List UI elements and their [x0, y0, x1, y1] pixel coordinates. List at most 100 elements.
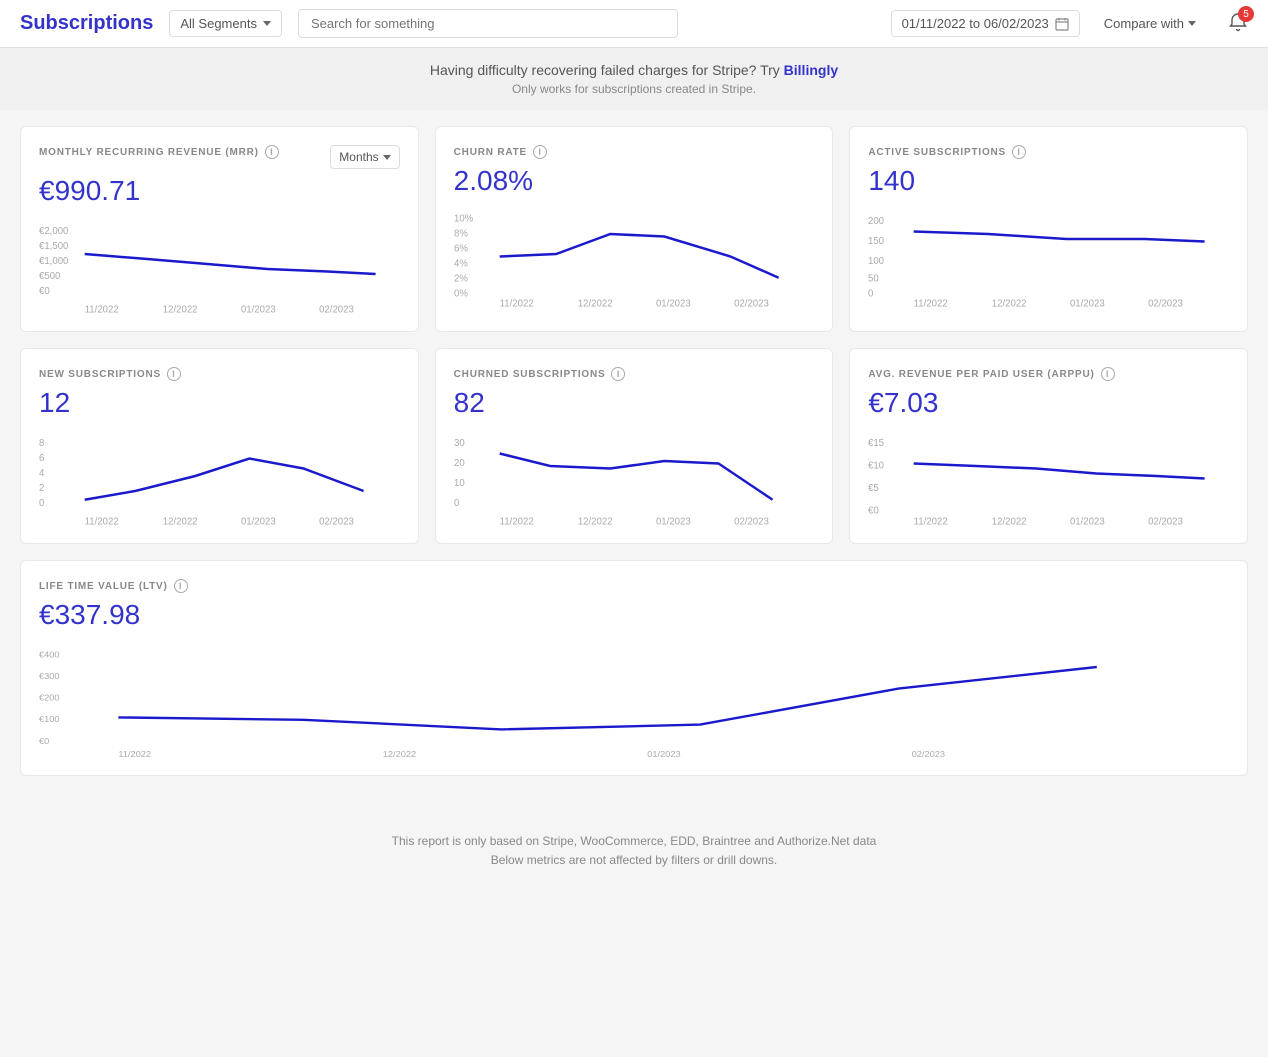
notification-badge: 5 [1238, 6, 1254, 22]
svg-text:12/2022: 12/2022 [163, 517, 198, 528]
svg-text:€2,000: €2,000 [39, 226, 69, 237]
svg-text:12/2022: 12/2022 [163, 305, 198, 316]
compare-with-label: Compare with [1104, 16, 1184, 31]
svg-text:€0: €0 [39, 736, 49, 746]
churned-info-icon[interactable]: i [611, 367, 625, 381]
ltv-info-icon[interactable]: i [174, 579, 188, 593]
date-range-value: 01/11/2022 to 06/02/2023 [902, 16, 1049, 31]
svg-text:20: 20 [454, 458, 465, 469]
churn-info-icon[interactable]: i [533, 145, 547, 159]
svg-text:01/2023: 01/2023 [1070, 517, 1105, 528]
churned-chart: 30 20 10 0 11/2022 12/2022 01/2023 02/20… [454, 431, 815, 531]
svg-text:€1,500: €1,500 [39, 241, 69, 252]
banner-link[interactable]: Billingly [784, 62, 838, 78]
main-content: MONTHLY RECURRING REVENUE (MRR) i Months… [0, 110, 1268, 808]
svg-text:6: 6 [39, 453, 45, 464]
svg-text:11/2022: 11/2022 [85, 517, 119, 528]
banner-subtext: Only works for subscriptions created in … [14, 82, 1254, 96]
svg-text:10%: 10% [454, 213, 474, 224]
svg-text:12/2022: 12/2022 [992, 517, 1027, 528]
svg-text:11/2022: 11/2022 [499, 298, 533, 309]
svg-text:30: 30 [454, 438, 465, 449]
footer-line2: Below metrics are not affected by filter… [24, 851, 1244, 870]
svg-text:4: 4 [39, 468, 45, 479]
svg-text:02/2023: 02/2023 [319, 305, 354, 316]
svg-text:€10: €10 [868, 460, 885, 471]
page-title: Subscriptions [20, 12, 153, 35]
svg-text:€1,000: €1,000 [39, 256, 69, 267]
date-range-picker[interactable]: 01/11/2022 to 06/02/2023 [891, 10, 1080, 37]
churned-subs-label: CHURNED SUBSCRIPTIONS i [454, 367, 815, 381]
footer: This report is only based on Stripe, Woo… [0, 808, 1268, 894]
svg-text:€200: €200 [39, 693, 60, 703]
chevron-down-icon [1188, 21, 1196, 26]
svg-text:100: 100 [868, 256, 885, 267]
svg-text:10: 10 [454, 478, 465, 489]
row-1: MONTHLY RECURRING REVENUE (MRR) i Months… [20, 126, 1248, 332]
svg-text:01/2023: 01/2023 [241, 305, 276, 316]
svg-text:0: 0 [868, 288, 874, 299]
notification-bell[interactable]: 5 [1228, 12, 1248, 35]
svg-text:€0: €0 [868, 505, 879, 516]
arppu-card: AVG. REVENUE PER PAID USER (ARPPU) i €7.… [849, 348, 1248, 544]
svg-text:0%: 0% [454, 288, 468, 299]
arppu-label: AVG. REVENUE PER PAID USER (ARPPU) i [868, 367, 1229, 381]
footer-line1: This report is only based on Stripe, Woo… [24, 832, 1244, 851]
svg-text:€0: €0 [39, 286, 50, 297]
active-subs-card: ACTIVE SUBSCRIPTIONS i 140 200 150 100 5… [849, 126, 1248, 332]
active-subs-value: 140 [868, 165, 1229, 197]
svg-text:02/2023: 02/2023 [912, 749, 946, 759]
ltv-chart: €400 €300 €200 €100 €0 11/2022 12/2022 0… [39, 643, 1229, 763]
mrr-label: MONTHLY RECURRING REVENUE (MRR) i [39, 145, 279, 159]
svg-text:02/2023: 02/2023 [319, 517, 354, 528]
compare-with-dropdown[interactable]: Compare with [1096, 11, 1204, 36]
mrr-header: MONTHLY RECURRING REVENUE (MRR) i Months [39, 145, 400, 169]
churn-label: CHURN RATE i [454, 145, 815, 159]
arppu-info-icon[interactable]: i [1101, 367, 1115, 381]
churned-subs-value: 82 [454, 387, 815, 419]
promo-banner: Having difficulty recovering failed char… [0, 48, 1268, 110]
svg-text:01/2023: 01/2023 [656, 298, 691, 309]
svg-text:01/2023: 01/2023 [1070, 298, 1105, 309]
churn-chart: 10% 8% 6% 4% 2% 0% 11/2022 12/2022 01/20… [454, 209, 815, 309]
svg-text:11/2022: 11/2022 [499, 517, 533, 528]
svg-text:12/2022: 12/2022 [577, 298, 612, 309]
svg-text:150: 150 [868, 236, 885, 247]
arppu-value: €7.03 [868, 387, 1229, 419]
svg-text:01/2023: 01/2023 [647, 749, 681, 759]
header: Subscriptions All Segments 01/11/2022 to… [0, 0, 1268, 48]
mrr-value: €990.71 [39, 175, 400, 207]
ltv-value: €337.98 [39, 599, 1229, 631]
search-input[interactable] [298, 9, 678, 38]
svg-text:2: 2 [39, 483, 44, 494]
svg-text:02/2023: 02/2023 [734, 517, 769, 528]
new-subs-info-icon[interactable]: i [167, 367, 181, 381]
segments-dropdown[interactable]: All Segments [169, 10, 282, 37]
svg-text:200: 200 [868, 216, 885, 227]
svg-text:€400: €400 [39, 650, 60, 660]
svg-text:12/2022: 12/2022 [992, 298, 1027, 309]
chevron-down-icon [383, 155, 391, 160]
svg-text:6%: 6% [454, 243, 468, 254]
new-subs-label: NEW SUBSCRIPTIONS i [39, 367, 400, 381]
svg-text:8%: 8% [454, 228, 468, 239]
svg-text:€5: €5 [868, 483, 879, 494]
churn-value: 2.08% [454, 165, 815, 197]
svg-text:12/2022: 12/2022 [577, 517, 612, 528]
chevron-down-icon [263, 21, 271, 26]
svg-text:8: 8 [39, 438, 45, 449]
svg-text:12/2022: 12/2022 [383, 749, 417, 759]
mrr-card: MONTHLY RECURRING REVENUE (MRR) i Months… [20, 126, 419, 332]
months-button[interactable]: Months [330, 145, 399, 169]
svg-text:11/2022: 11/2022 [85, 305, 119, 316]
ltv-label: LIFE TIME VALUE (LTV) i [39, 579, 1229, 593]
active-info-icon[interactable]: i [1012, 145, 1026, 159]
new-subs-card: NEW SUBSCRIPTIONS i 12 8 6 4 2 0 11/2022… [20, 348, 419, 544]
banner-text: Having difficulty recovering failed char… [430, 62, 784, 78]
svg-text:01/2023: 01/2023 [241, 517, 276, 528]
segments-label: All Segments [180, 16, 257, 31]
svg-text:11/2022: 11/2022 [914, 298, 948, 309]
mrr-info-icon[interactable]: i [265, 145, 279, 159]
svg-text:0: 0 [39, 498, 45, 509]
svg-text:01/2023: 01/2023 [656, 517, 691, 528]
